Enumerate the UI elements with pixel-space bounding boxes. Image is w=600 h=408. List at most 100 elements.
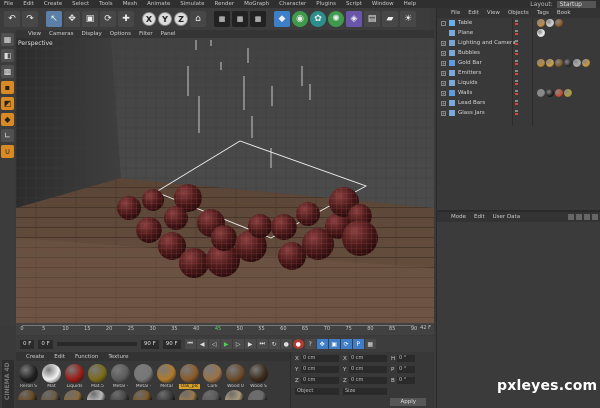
menu-help[interactable]: Help (404, 1, 417, 7)
recent-tool-icon[interactable]: ✚ (118, 11, 134, 27)
material-menu-edit[interactable]: Edit (54, 354, 65, 360)
texture-mode-icon[interactable]: ▩ (1, 65, 14, 78)
object-name[interactable]: Lighting and Camera (458, 40, 520, 46)
material-tag-icon[interactable] (537, 29, 545, 37)
visibility-dots-icon[interactable] (515, 50, 519, 56)
material-swatch[interactable]: Mat (41, 364, 62, 389)
spline-icon[interactable]: ✿ (310, 11, 326, 27)
object-name[interactable]: Bubbles (458, 50, 520, 56)
menu-mograph[interactable]: MoGraph (244, 1, 269, 7)
visibility-dots-icon[interactable] (515, 40, 519, 46)
om-menu-edit[interactable]: Edit (468, 10, 479, 16)
material-swatch[interactable] (18, 390, 37, 400)
viewport-menu-panel[interactable]: Panel (161, 31, 176, 37)
material-tag-icon[interactable] (555, 19, 563, 27)
layout-dropdown[interactable]: Startup (556, 0, 596, 8)
material-swatch[interactable] (41, 390, 60, 400)
expand-toggle-icon[interactable]: + (441, 100, 446, 106)
light-icon[interactable]: ☀ (400, 11, 416, 27)
object-mode-icon[interactable]: ◧ (1, 49, 14, 62)
material-swatch[interactable]: Wood 0 (225, 364, 246, 389)
max-frame-field[interactable]: 90 F (140, 339, 159, 349)
menu-file[interactable]: File (4, 1, 13, 7)
menu-character[interactable]: Character (279, 1, 306, 7)
position-x-field[interactable]: 0 cm (301, 355, 339, 362)
material-swatch[interactable] (156, 390, 175, 400)
start-frame-field[interactable]: 0 F (20, 339, 35, 349)
material-tag-icon[interactable] (537, 19, 545, 27)
am-menu-user-data[interactable]: User Data (493, 214, 520, 220)
material-tag-icon[interactable] (546, 89, 554, 97)
material-swatch[interactable]: Metal (156, 364, 177, 389)
prev-key-icon[interactable]: ◀ (196, 339, 208, 349)
viewport-menu-view[interactable]: View (28, 31, 41, 37)
material-swatch[interactable] (87, 390, 106, 400)
record-icon[interactable]: ● (280, 339, 292, 349)
object-name[interactable]: Table (458, 20, 520, 26)
go-to-start-icon[interactable]: ⏮ (184, 339, 196, 349)
expand-toggle-icon[interactable]: - (441, 20, 446, 26)
object-name[interactable]: Lead Bars (458, 100, 520, 106)
coordinate-system-icon[interactable]: ⌂ (190, 11, 206, 27)
model-mode-icon[interactable]: ▦ (1, 33, 14, 46)
render-picture-viewer-icon[interactable]: ▦ (232, 11, 248, 27)
menu-window[interactable]: Window (372, 1, 394, 7)
object-row[interactable]: - Table (437, 18, 600, 28)
axis-mode-icon[interactable]: ∟ (1, 129, 14, 142)
deformer-icon[interactable]: ◈ (346, 11, 362, 27)
object-name[interactable]: Gold Bar (458, 60, 520, 66)
om-menu-objects[interactable]: Objects (508, 10, 529, 16)
up-arrow-icon[interactable] (576, 214, 582, 220)
expand-toggle-icon[interactable]: + (441, 70, 446, 76)
y-axis-lock-button[interactable]: Y (158, 12, 172, 26)
coord-mode-dropdown[interactable]: Object (295, 388, 339, 395)
expand-toggle-icon[interactable]: + (441, 80, 446, 86)
visibility-dots-icon[interactable] (515, 20, 519, 26)
live-selection-icon[interactable]: ↖ (46, 11, 62, 27)
expand-toggle-icon[interactable]: + (441, 90, 446, 96)
material-swatch[interactable]: Oak_plc (179, 364, 200, 389)
material-swatch[interactable]: Cork (202, 364, 223, 389)
next-key-icon[interactable]: ▶ (244, 339, 256, 349)
position-y-field[interactable]: 0 cm (301, 366, 339, 373)
material-swatch[interactable] (248, 390, 267, 400)
play-icon[interactable]: ▶ (220, 339, 232, 349)
object-row[interactable]: + Walls (437, 88, 600, 98)
menu-script[interactable]: Script (346, 1, 362, 7)
om-menu-file[interactable]: File (451, 10, 460, 16)
keyframe-selection-icon[interactable]: ? (304, 339, 316, 349)
material-swatch[interactable]: Wood S (248, 364, 269, 389)
material-menu-texture[interactable]: Texture (108, 354, 128, 360)
material-tag-icon[interactable] (546, 59, 554, 67)
rotation-p-field[interactable]: 0 ° (397, 366, 415, 373)
material-swatch[interactable]: Liquids (64, 364, 85, 389)
loop-icon[interactable]: ↻ (268, 339, 280, 349)
layout-selector[interactable]: Layout: Startup (530, 0, 596, 8)
min-frame-field[interactable]: 0 F (38, 339, 53, 349)
visibility-dots-icon[interactable] (515, 80, 519, 86)
material-tag-icon[interactable] (537, 89, 545, 97)
timeline-ruler[interactable]: 0 5 10 15 20 25 30 35 40 45 50 55 60 65 70 75 80 85 90 42 … (16, 323, 434, 335)
redo-icon[interactable]: ↷ (22, 11, 38, 27)
material-swatch[interactable] (64, 390, 83, 400)
viewport-menu-display[interactable]: Display (82, 31, 102, 37)
om-menu-tags[interactable]: Tags (537, 10, 549, 16)
visibility-dots-icon[interactable] (515, 100, 519, 106)
position-z-field[interactable]: 0 cm (301, 377, 339, 384)
menu-animate[interactable]: Animate (147, 1, 170, 7)
expand-toggle-icon[interactable]: + (441, 50, 446, 56)
scale-key-icon[interactable]: ▣ (328, 339, 340, 349)
object-row[interactable]: + Glass Jars (437, 108, 600, 118)
rotation-h-field[interactable]: 0 ° (397, 355, 415, 362)
menu-tools[interactable]: Tools (99, 1, 113, 7)
material-tag-icon[interactable] (564, 89, 572, 97)
points-mode-icon[interactable]: ▪ (1, 81, 14, 94)
rotation-b-field[interactable]: 0 ° (397, 377, 415, 384)
z-axis-lock-button[interactable]: Z (174, 12, 188, 26)
camera-icon[interactable]: ▰ (382, 11, 398, 27)
autokey-icon[interactable]: ● (292, 339, 304, 349)
material-swatch[interactable] (133, 390, 152, 400)
object-name[interactable]: Plane (458, 30, 520, 36)
snap-magnet-icon[interactable]: ∪ (1, 145, 14, 158)
prev-frame-icon[interactable]: ◁ (208, 339, 220, 349)
